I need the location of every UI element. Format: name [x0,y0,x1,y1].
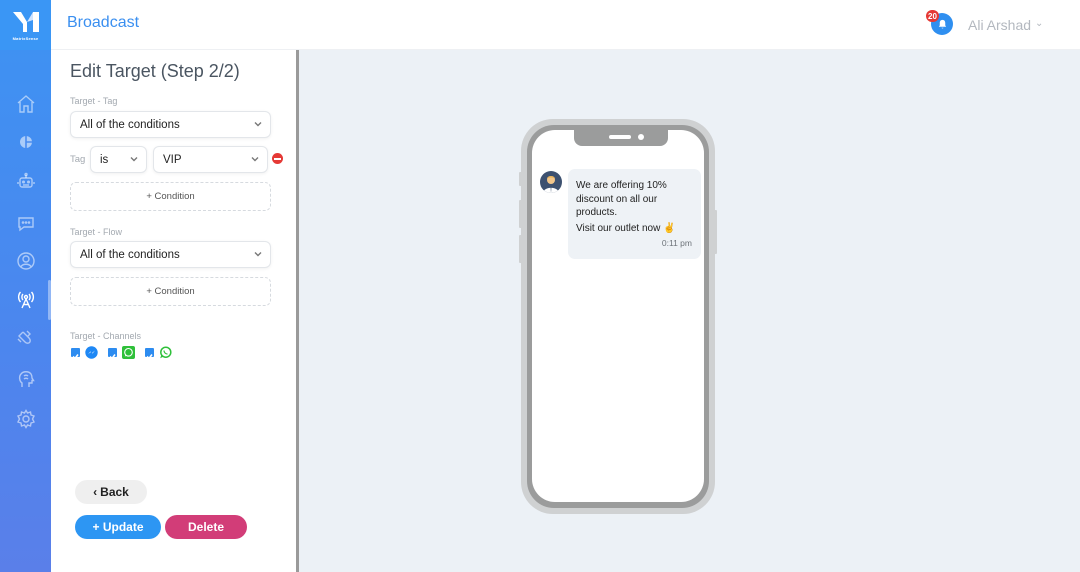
tag-value-select[interactable]: VIP [153,146,268,173]
form-title: Edit Target (Step 2/2) [70,61,240,81]
head-brain-icon [18,371,35,387]
message-bubble: We are offering 10% discount on all our … [568,169,701,259]
back-button[interactable]: ‹ Back [75,480,147,504]
message-time: 0:11 pm [661,237,692,248]
sidebar-item-bot[interactable] [0,163,51,199]
sidebar-item-analytics[interactable] [0,124,51,160]
message-line: discount on all our [576,193,658,205]
notification-badge: 20 [926,10,939,22]
pie-chart-icon [19,136,32,148]
whatsapp-checkbox[interactable] [145,348,154,360]
message-cta: Visit our outlet now ✌ [576,222,676,234]
update-button[interactable]: + Update [75,515,161,539]
broadcast-tower-icon [17,291,34,309]
brand-name: MatrixSense [12,35,39,41]
add-tag-condition-button[interactable]: + Condition [70,182,271,211]
chevron-down-icon [251,154,259,162]
robot-icon [16,172,35,188]
avatar [540,171,562,193]
tag-match-select[interactable]: All of the conditions [70,111,271,138]
delete-button[interactable]: Delete [165,515,247,539]
sidebar-item-broadcast[interactable] [0,282,51,318]
target-channels-label: Target - Channels [70,331,142,341]
user-menu[interactable]: Ali Arshad [968,17,1031,33]
page-title: Broadcast [67,14,140,31]
gear-icon [16,409,35,429]
message-line: We are offering 10% [576,180,667,191]
phone-notch [574,130,668,146]
message-line: products. [576,207,618,218]
whatsapp-icon [160,346,172,359]
sidebar-item-settings[interactable] [0,401,51,437]
magnet-icon [17,330,31,344]
logo-icon [12,11,39,32]
brand-logo[interactable]: MatrixSense [0,0,51,50]
chevron-down-icon [130,154,138,162]
whatsapp-business-checkbox[interactable] [108,348,117,360]
sidebar-item-magnet[interactable] [0,321,51,357]
sidebar-item-users[interactable] [0,243,51,279]
target-flow-label: Target - Flow [70,227,123,237]
phone-screen: We are offering 10% discount on all our … [532,130,704,502]
chevron-left-icon: ‹ [93,485,98,499]
tag-field-label: Tag [70,154,86,165]
tag-match-value: All of the conditions [80,118,180,131]
add-flow-condition-button[interactable]: + Condition [70,277,271,306]
user-circle-icon [16,252,35,270]
message-preview-area: We are offering 10% discount on all our … [299,50,1080,572]
sidebar-item-chat[interactable] [0,205,51,241]
phone-mockup: We are offering 10% discount on all our … [521,119,715,514]
chevron-down-icon [254,249,262,257]
sidebar-item-ai-brain[interactable] [0,361,51,397]
back-label: Back [100,485,129,499]
bell-icon [938,19,946,28]
flow-match-value: All of the conditions [80,248,180,261]
edit-target-panel: Edit Target (Step 2/2) Target - Tag All … [51,50,296,572]
top-bar: Broadcast 20 Ali Arshad ⌄ [51,0,1080,50]
messenger-icon [85,346,98,359]
tag-operator-select[interactable]: is [90,146,147,173]
chat-icon [17,217,34,232]
flow-match-select[interactable]: All of the conditions [70,241,271,268]
target-tag-label: Target - Tag [70,96,118,106]
remove-condition-icon[interactable] [272,153,283,164]
home-icon [17,95,34,113]
sidebar: MatrixSense [0,0,51,572]
tag-value: VIP [163,153,182,166]
sidebar-item-home[interactable] [0,86,51,122]
chevron-down-icon [254,119,262,127]
messenger-checkbox[interactable] [71,348,80,360]
tag-operator-value: is [100,153,109,166]
whatsapp-business-icon [122,346,135,359]
chevron-down-icon[interactable]: ⌄ [1035,18,1043,29]
